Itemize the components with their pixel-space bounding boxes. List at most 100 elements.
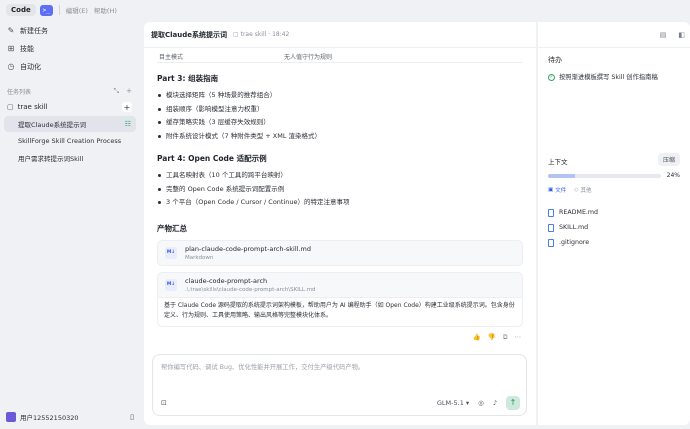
list-item: 模块选择矩阵（5 种场景的推荐组合） [157, 89, 523, 103]
timestamp: 18:42 [272, 31, 290, 38]
message-content: 目主模式 无人值守行为规则 Part 3: 组装指南 模块选择矩阵（5 种场景的… [157, 50, 523, 342]
file-list: README.md SKILL.md .gitignore [548, 205, 598, 250]
nav-new-task[interactable]: ✎ 新建任务 [0, 23, 140, 39]
right-toolbar: ▤ ◧ [538, 22, 690, 48]
layout-toggle-icon[interactable]: ◧ [678, 31, 685, 39]
composer-toolbar: ⊡ GLM-5.1 ▾ ◎ ♪ ↑ [161, 395, 520, 410]
table-cell: 目主模式 [159, 53, 184, 61]
nav-label: 新建任务 [20, 27, 48, 35]
page-title: 提取Claude系统提示词 [151, 30, 228, 39]
tab-other[interactable]: ◇ 其他 [574, 186, 591, 194]
task-list-header: 任务列表 ⤡ + [0, 84, 140, 98]
task-label: 提取Claude系统提示词 [18, 121, 87, 129]
app-window: Code >_ 编辑(E) 帮助(H) ✎ 新建任务 ⊞ 技能 ◷ 自动化 任务… [0, 0, 690, 429]
file-path: .\.trae\skills\claude-code-prompt-arch\S… [185, 286, 316, 293]
compress-button[interactable]: 压缩 [657, 153, 680, 166]
file-name: claude-code-prompt-arch [185, 276, 268, 285]
tab-label: 文件 [555, 188, 567, 194]
composer-input[interactable]: 帮你编写代码、调试 Bug、优化性能并开展工作，交付生产级代码产物。 [161, 362, 364, 371]
list-item: 3 个平台（Open Code / Cursor / Continue）的特定注… [157, 196, 523, 210]
file-tabs: ▣ 文件 ◇ 其他 [548, 186, 591, 194]
thumbs-up-icon[interactable]: 👍 [473, 333, 481, 342]
list-item: 组装顺序（影响模型注意力权重） [157, 103, 523, 117]
markdown-icon: M↓ [165, 246, 177, 259]
skills-icon: ⊞ [7, 44, 15, 53]
file-item[interactable]: SKILL.md [548, 220, 598, 235]
nav-skills[interactable]: ⊞ 技能 [0, 41, 140, 57]
todo-label: 按照渐进模板撰写 Skill 创作指南稿 [559, 74, 658, 81]
add-icon[interactable]: + [126, 87, 132, 96]
project-item[interactable]: ▢ trae skill + [0, 99, 140, 115]
bullet-list: 模块选择矩阵（5 种场景的推荐组合） 组装顺序（影响模型注意力权重） 缓存策略实… [157, 89, 523, 143]
chat-icon[interactable]: ◎ [478, 399, 484, 407]
task-item[interactable]: 提取Claude系统提示词 ☷ [4, 116, 136, 132]
context-progress-bar [548, 174, 661, 178]
more-icon[interactable]: ⋯ [515, 333, 522, 342]
file-type: Markdown [185, 254, 214, 261]
user-bar[interactable]: 用户12552150320 ▯ [6, 410, 134, 424]
tab-files[interactable]: ▣ 文件 [548, 186, 566, 194]
section-label: 任务列表 [7, 88, 32, 96]
send-button[interactable]: ↑ [506, 395, 520, 410]
main-panel: 提取Claude系统提示词 ▢ trae skill · 18:42 目主模式 … [144, 22, 536, 425]
terminal-icon[interactable]: >_ [39, 4, 53, 16]
task-item[interactable]: 用户需求转提示词Skill [4, 150, 136, 166]
file-card[interactable]: M↓ plan-claude-code-prompt-arch-skill.md… [157, 239, 523, 266]
markdown-icon: M↓ [165, 278, 177, 291]
folder-icon: ▢ [233, 31, 239, 38]
task-item[interactable]: SkillForge Skill Creation Process [4, 133, 136, 149]
file-name: README.md [559, 209, 599, 216]
table-cell: 无人值守行为规则 [284, 53, 333, 61]
sidebar: ✎ 新建任务 ⊞ 技能 ◷ 自动化 任务列表 ⤡ + ▢ trae skill … [0, 20, 140, 429]
bullet-list: 工具名映射表（10 个工具的跨平台映射） 完整的 Open Code 系统提示词… [157, 169, 523, 210]
menu-edit[interactable]: 编辑(E) [66, 5, 88, 15]
todo-title: 待办 [548, 56, 562, 64]
task-label: SkillForge Skill Creation Process [18, 137, 122, 145]
nav-automation[interactable]: ◷ 自动化 [0, 59, 140, 75]
new-task-in-project-button[interactable]: + [122, 102, 132, 112]
project-tag: ▢ trae skill · 18:42 [233, 31, 289, 38]
list-item: 附件系统设计模式（7 种附件类型 + XML 渲染格式） [157, 130, 523, 144]
user-name: 用户12552150320 [20, 414, 79, 422]
copy-icon[interactable]: ⧉ [503, 333, 508, 342]
file-icon [548, 223, 554, 232]
menu-help[interactable]: 帮助(H) [94, 5, 117, 15]
file-name: SKILL.md [559, 224, 589, 231]
folder-icon: ▢ [7, 103, 14, 111]
section-heading: 产物汇总 [157, 223, 187, 233]
file-name: .gitignore [559, 239, 590, 246]
section-heading: Part 3: 组装指南 [157, 74, 219, 83]
clock-icon: ◷ [7, 62, 15, 71]
app-name-badge[interactable]: Code [6, 4, 36, 16]
tab-label: 其他 [580, 188, 592, 194]
right-panel: ▤ ◧ 待办 ✓ 按照渐进模板撰写 Skill 创作指南稿 上下文 压缩 24%… [537, 22, 690, 425]
attach-icon[interactable]: ⊡ [161, 399, 167, 407]
device-icon[interactable]: ▯ [130, 413, 134, 421]
composer[interactable]: 帮你编写代码、调试 Bug、优化性能并开展工作，交付生产级代码产物。 ⊡ GLM… [152, 354, 527, 416]
check-circle-icon: ✓ [548, 74, 555, 81]
section-heading: Part 4: Open Code 适配示例 [157, 154, 267, 163]
file-icon [548, 238, 554, 247]
file-item[interactable]: .gitignore [548, 235, 598, 250]
feedback-actions: 👍 👎 ⧉ ⋯ [157, 333, 523, 342]
list-item: 完整的 Open Code 系统提示词配置示例 [157, 183, 523, 197]
context-percent: 24% [666, 172, 680, 179]
task-label: 用户需求转提示词Skill [18, 155, 84, 163]
thumbs-down-icon[interactable]: 👎 [488, 333, 496, 342]
main-header: 提取Claude系统提示词 ▢ trae skill · 18:42 [144, 22, 536, 48]
model-selector[interactable]: GLM-5.1 ▾ [437, 399, 469, 407]
terminal-panel-icon[interactable]: ▤ [660, 31, 667, 39]
project-tag-label: trae skill [240, 31, 267, 38]
avatar [6, 412, 16, 422]
table-row: 目主模式 无人值守行为规则 [157, 50, 523, 63]
file-item[interactable]: README.md [548, 205, 598, 220]
project-label: trae skill [17, 103, 48, 111]
collapse-icon[interactable]: ⤡ [114, 87, 120, 96]
todo-item[interactable]: ✓ 按照渐进模板撰写 Skill 创作指南稿 [548, 73, 683, 82]
file-card[interactable]: M↓ claude-code-prompt-arch .\.trae\skill… [157, 271, 523, 298]
task-status-icon: ☷ [124, 120, 131, 128]
nav-label: 技能 [20, 45, 34, 53]
list-item: 工具名映射表（10 个工具的跨平台映射） [157, 169, 523, 183]
mic-icon[interactable]: ♪ [493, 399, 497, 407]
model-label: GLM-5.1 [436, 398, 464, 407]
